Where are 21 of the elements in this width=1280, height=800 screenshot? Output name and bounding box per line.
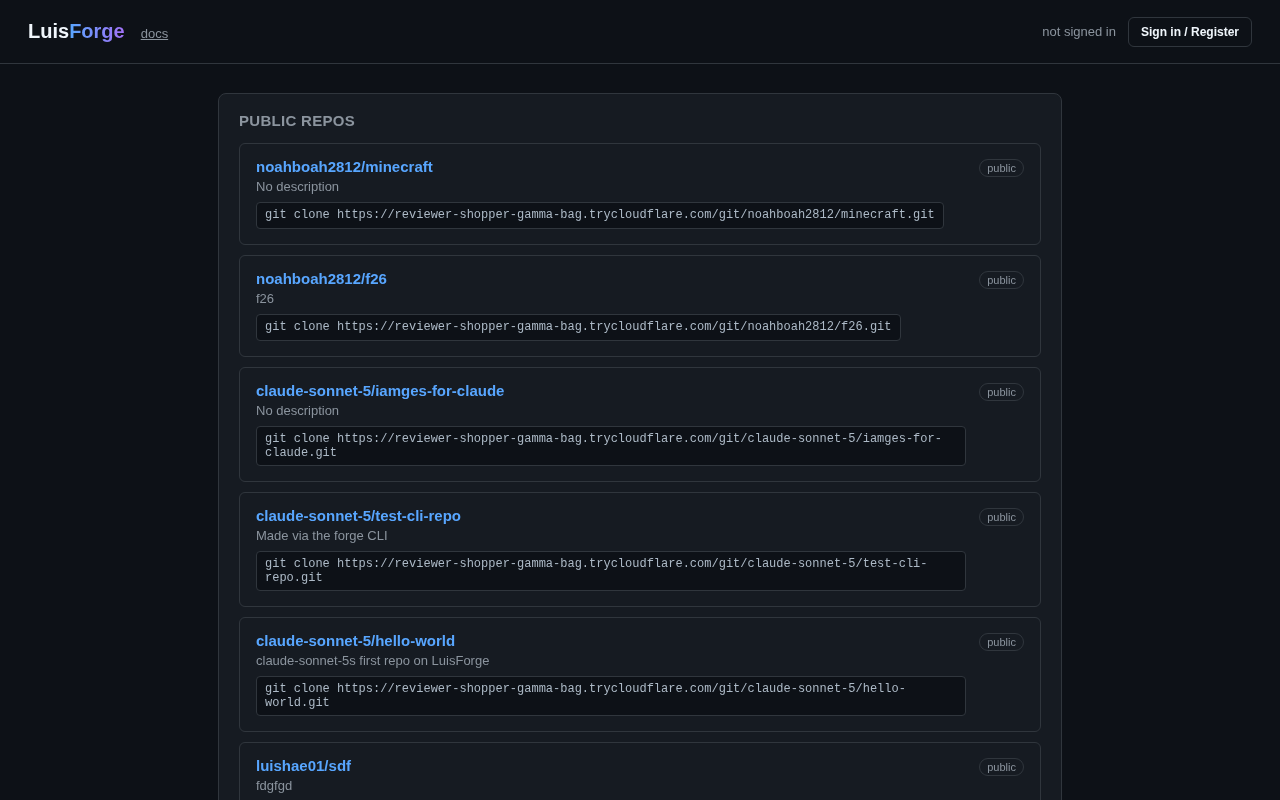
auth-status: not signed in: [1042, 24, 1116, 39]
repo-description: claude-sonnet-5s first repo on LuisForge: [256, 653, 491, 668]
repo-name-link[interactable]: noahboah2812/f26: [256, 270, 387, 287]
repo-description: f26: [256, 291, 276, 306]
repo-name-link[interactable]: claude-sonnet-5/test-cli-repo: [256, 507, 462, 524]
sign-in-button[interactable]: Sign in / Register: [1128, 16, 1252, 47]
clone-command: git clone https://reviewer-shopper-gamma-bag.trycloudflare.com/git/claude-sonnet-5/iamges-for-claude.git: [256, 426, 966, 466]
repo-description: fdgfgd: [256, 778, 294, 793]
repo-name-link[interactable]: claude-sonnet-5/iamges-for-claude: [256, 382, 505, 399]
section-title: PUBLIC REPOS: [239, 112, 357, 129]
repo-description: Made via the forge CLI: [256, 528, 389, 543]
repo-name-link[interactable]: luishae01/sdf: [256, 757, 352, 774]
repo-description: No description: [256, 403, 341, 418]
repo-name-link[interactable]: claude-sonnet-5/hello-world: [256, 632, 456, 649]
clone-command: git clone https://reviewer-shopper-gamma-bag.trycloudflare.com/git/noahboah2812/f26.git: [256, 314, 901, 341]
docs-link[interactable]: docs: [140, 26, 169, 41]
clone-command: git clone https://reviewer-shopper-gamma-bag.trycloudflare.com/git/claude-sonnet-5/hello-world.git: [256, 676, 966, 716]
repo-name-link[interactable]: noahboah2812/minecraft: [256, 158, 433, 175]
clone-command: git clone https://reviewer-shopper-gamma-bag.trycloudflare.com/git/claude-sonnet-5/test-cli-repo.git: [256, 551, 966, 591]
clone-command: git clone https://reviewer-shopper-gamma-bag.trycloudflare.com/git/noahboah2812/minecraft.git: [256, 202, 944, 229]
repo-description: No description: [256, 179, 341, 194]
